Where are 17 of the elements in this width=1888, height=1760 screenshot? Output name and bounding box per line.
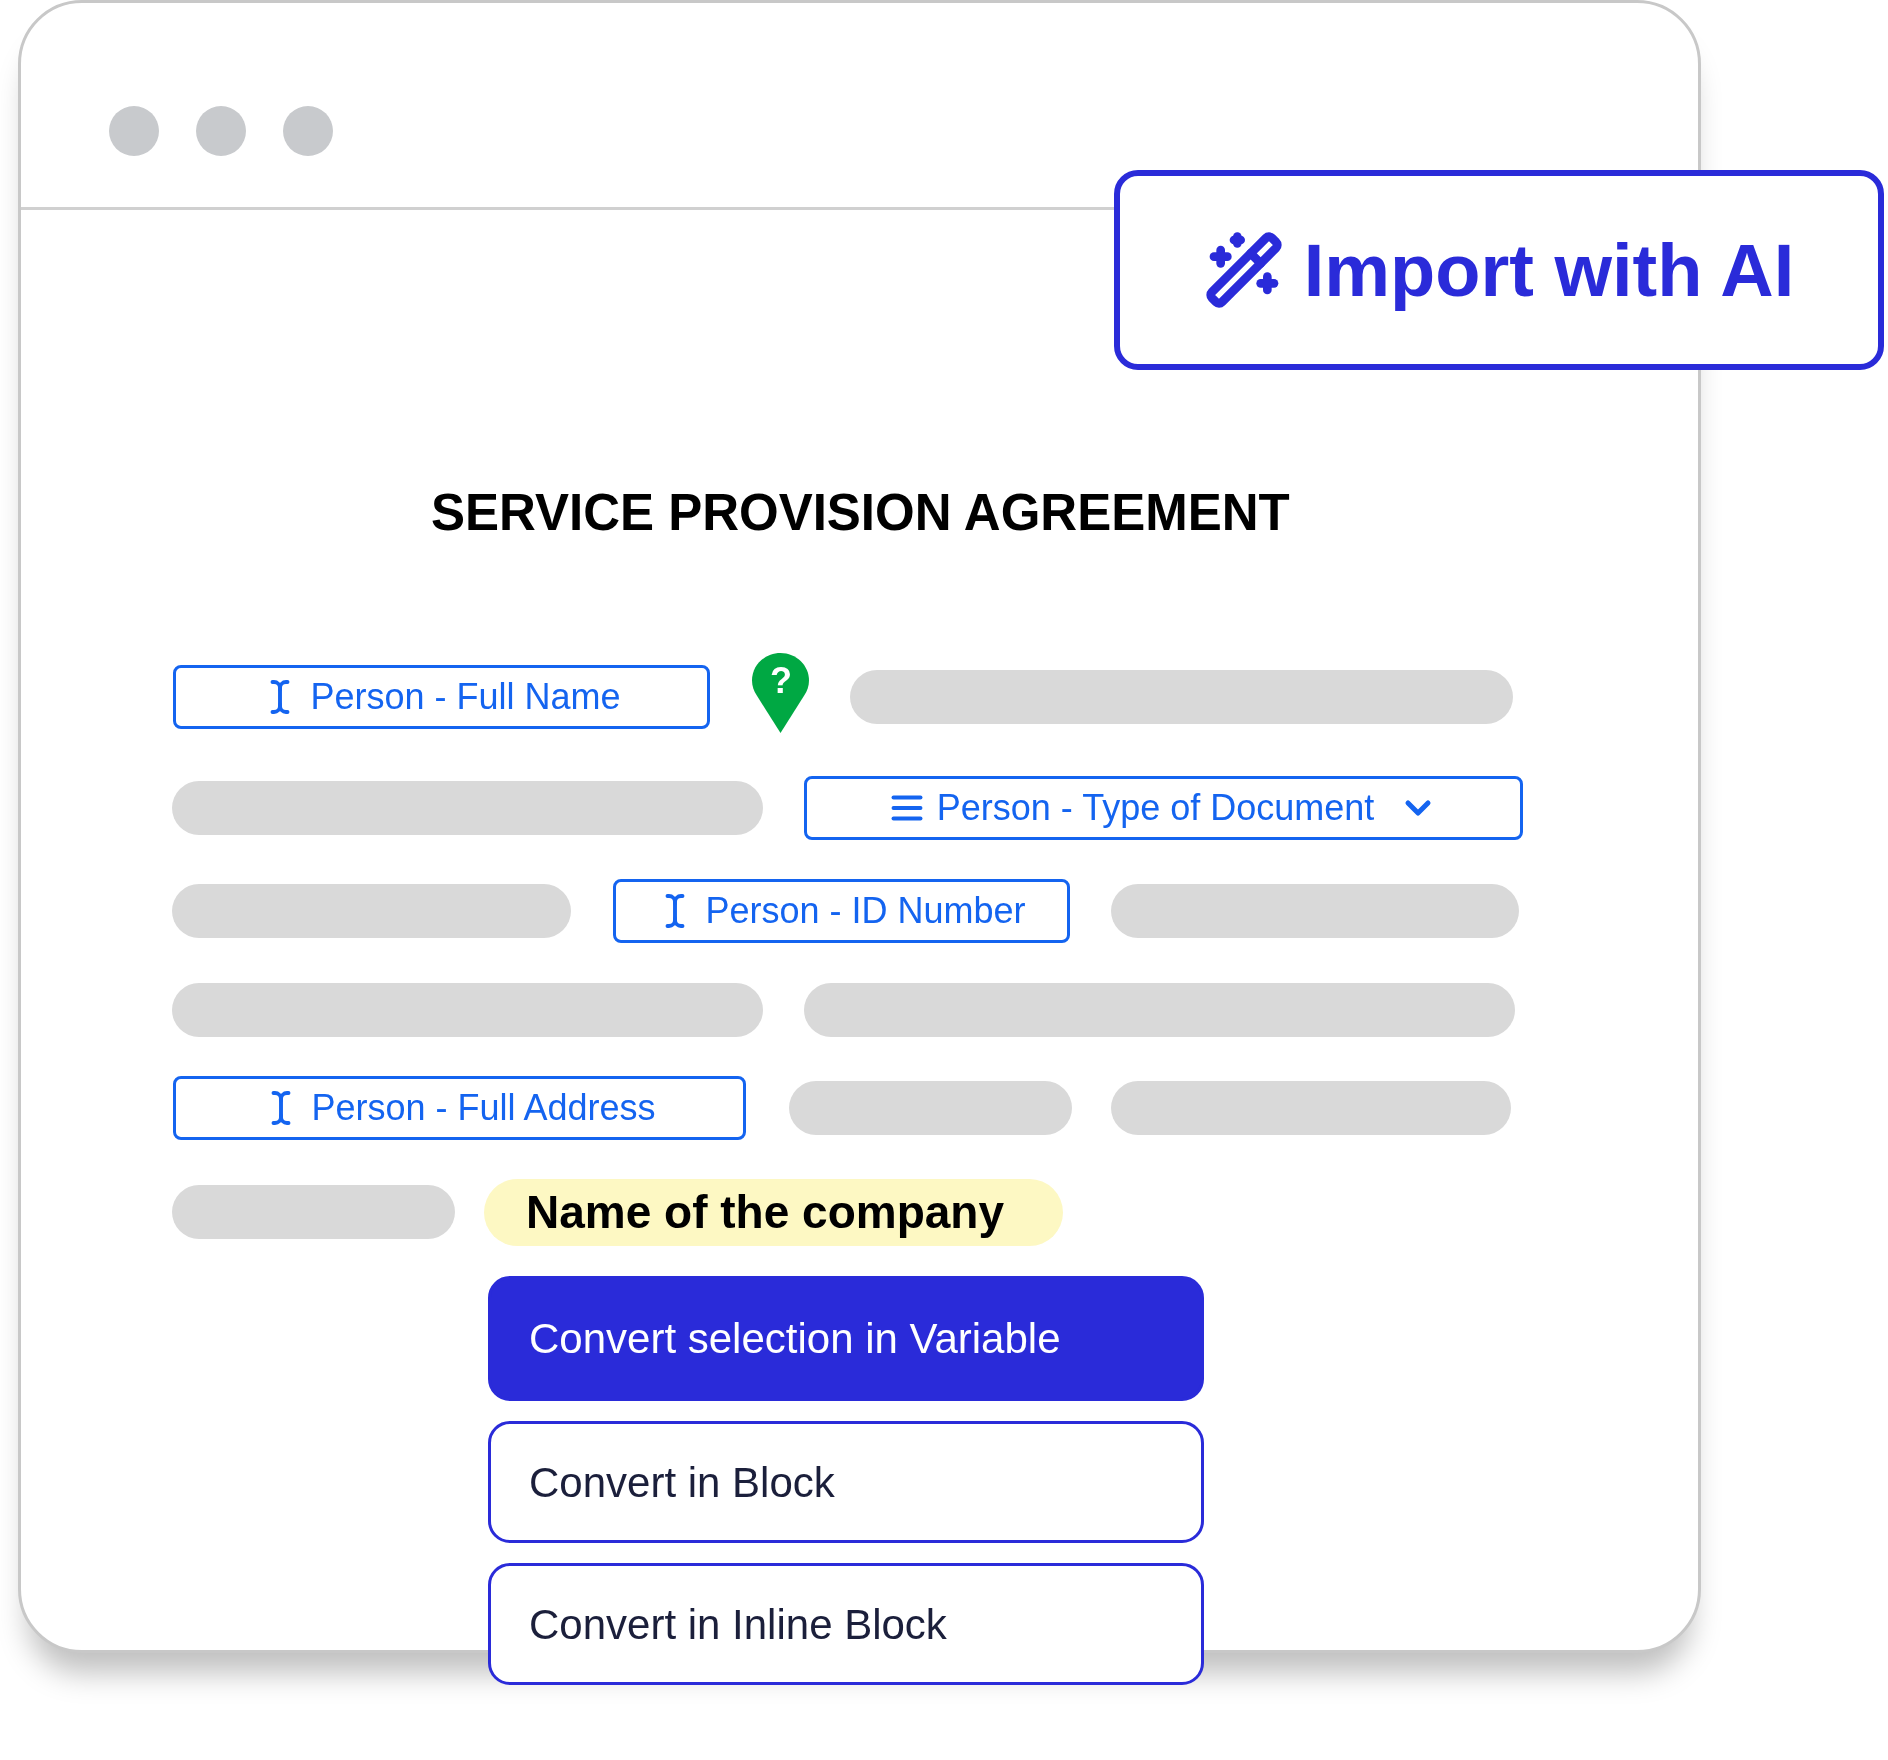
variable-chip[interactable]: Person - ID Number [613, 879, 1070, 943]
variable-chip[interactable]: Person - Type of Document [804, 776, 1523, 840]
variable-label: Person - Full Address [311, 1086, 656, 1130]
highlighted-text: Name of the company [484, 1178, 1063, 1246]
variable-chip[interactable]: Person - Full Name [173, 665, 710, 729]
question-mark: ? [770, 661, 792, 701]
variable-label: Person - ID Number [705, 889, 1026, 933]
import-with-ai-button[interactable]: Import with AI [1114, 170, 1884, 370]
menu-item[interactable]: Convert in Inline Block [488, 1563, 1204, 1685]
variable-chip[interactable]: Person - Full Address [173, 1076, 746, 1140]
map-pin-icon [752, 653, 809, 733]
variable-label: Person - Full Name [310, 675, 621, 719]
variable-label: Person - Type of Document [936, 786, 1375, 830]
magic-wand-icon [1203, 230, 1284, 310]
document-title: SERVICE PROVISION AGREEMENT [430, 483, 1291, 543]
menu-item[interactable]: Convert selection in Variable [488, 1276, 1204, 1401]
menu-item[interactable]: Convert in Block [488, 1421, 1204, 1543]
